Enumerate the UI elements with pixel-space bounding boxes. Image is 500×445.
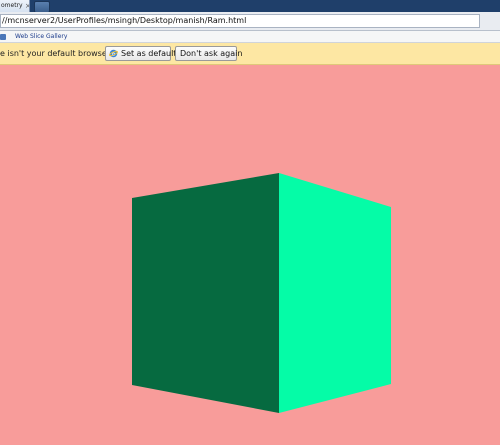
favorite-web-slice-gallery[interactable]: Web Slice Gallery — [15, 31, 67, 43]
dont-ask-again-label: Don't ask again — [180, 49, 243, 58]
tab-current[interactable]: ometry × — [0, 0, 30, 12]
notification-message: e isn't your default browser. — [0, 49, 112, 58]
dont-ask-again-button[interactable]: Don't ask again — [175, 46, 242, 61]
cube-canvas — [132, 173, 391, 413]
tab-title: ometry — [1, 2, 23, 9]
browser-window: ometry × //mcnserver2/UserProfiles/msing… — [0, 0, 500, 445]
favorites-bar: Web Slice Gallery — [0, 31, 500, 43]
default-browser-notification: e isn't your default browser. e Set as d… — [0, 43, 500, 65]
ie-logo-icon: e — [109, 49, 118, 57]
web-slice-icon — [0, 34, 6, 40]
page-content — [0, 65, 500, 445]
tab-close-icon[interactable]: × — [25, 0, 29, 12]
url-input[interactable]: //mcnserver2/UserProfiles/msingh/Desktop… — [0, 14, 480, 28]
set-as-default-label: Set as default — [121, 49, 177, 58]
cube-left-face — [132, 173, 279, 413]
address-bar: //mcnserver2/UserProfiles/msingh/Desktop… — [0, 12, 500, 31]
cube-right-face — [279, 173, 391, 413]
tab-strip: ometry × — [0, 0, 500, 13]
set-as-default-button[interactable]: e Set as default — [105, 46, 176, 61]
